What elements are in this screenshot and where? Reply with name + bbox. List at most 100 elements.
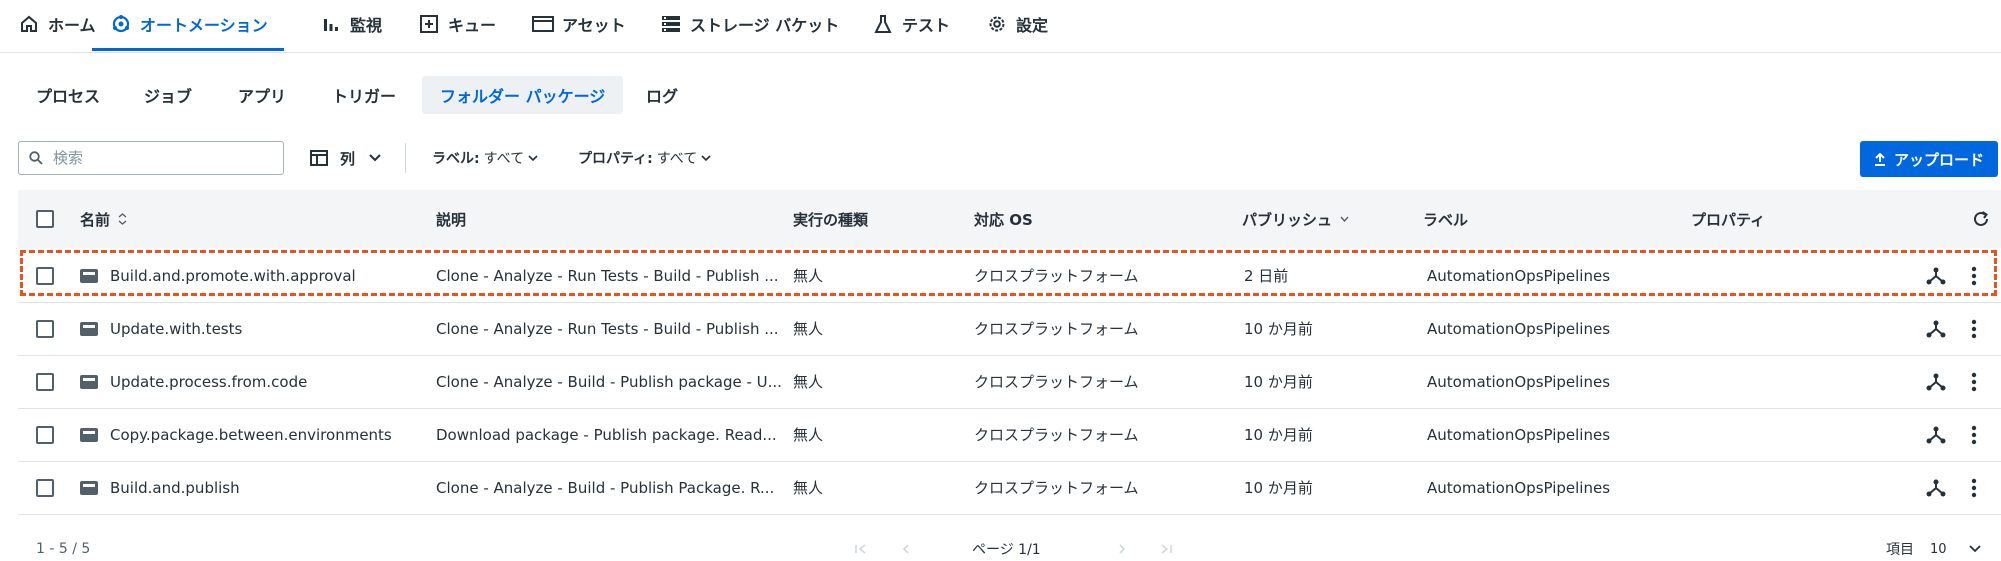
pipeline-icon	[1925, 425, 1947, 445]
next-page-button[interactable]	[1118, 538, 1126, 560]
nav-item-queues[interactable]: キュー	[418, 0, 496, 48]
queue-icon	[418, 13, 440, 35]
search-icon	[29, 151, 43, 165]
pipeline-button[interactable]	[1922, 408, 1950, 461]
first-page-icon	[855, 544, 867, 554]
table-row[interactable]: Build.and.promote.with.approval Clone - …	[18, 249, 2001, 303]
tab-logs[interactable]: ログ	[628, 76, 696, 114]
row-checkbox[interactable]	[36, 426, 54, 444]
tab-jobs[interactable]: ジョブ	[126, 76, 210, 114]
nav-item-label: テスト	[902, 16, 951, 35]
row-checkbox[interactable]	[36, 373, 54, 391]
first-page-button[interactable]	[855, 538, 867, 560]
nav-item-settings[interactable]: 設定	[986, 0, 1048, 48]
column-header-label: 対応 OS	[974, 210, 1033, 229]
tab-apps[interactable]: アプリ	[220, 76, 304, 114]
package-name-cell: Copy.package.between.environments	[80, 408, 420, 461]
pipeline-button[interactable]	[1922, 461, 1950, 514]
more-vertical-icon	[1971, 478, 1977, 498]
more-vertical-icon	[1971, 372, 1977, 392]
column-header-label: パブリッシュ	[1242, 210, 1333, 229]
column-header-name[interactable]: 名前	[80, 190, 127, 248]
table-row[interactable]: Copy.package.between.environments Downlo…	[18, 408, 2001, 462]
table-row[interactable]: Build.and.publish Clone - Analyze - Buil…	[18, 461, 2001, 515]
package-name: Build.and.publish	[110, 478, 240, 497]
label-filter[interactable]: ラベル: すべて	[432, 144, 538, 172]
column-header-labels[interactable]: ラベル	[1423, 190, 1468, 248]
labels-cell: AutomationOpsPipelines	[1427, 372, 1611, 391]
table-row[interactable]: Update.with.tests Clone - Analyze - Run …	[18, 302, 2001, 356]
nav-item-automation[interactable]: オートメーション	[92, 0, 284, 51]
items-per-page-select[interactable]: 10	[1930, 538, 1981, 560]
pipeline-button[interactable]	[1922, 249, 1950, 302]
last-page-button[interactable]	[1160, 538, 1172, 560]
column-header-execution-type[interactable]: 実行の種類	[793, 190, 868, 248]
refresh-icon	[1972, 210, 1990, 228]
property-filter[interactable]: プロパティ: すべて	[578, 144, 711, 172]
columns-label: 列	[340, 149, 356, 168]
pipeline-button[interactable]	[1922, 302, 1950, 355]
execution-type-cell: 無人	[793, 373, 824, 391]
label-filter-name: ラベル:	[432, 151, 480, 167]
sort-icon	[118, 213, 127, 225]
nav-item-storage-buckets[interactable]: ストレージ バケット	[660, 0, 839, 48]
column-header-description[interactable]: 説明	[436, 190, 466, 248]
column-header-published[interactable]: パブリッシュ	[1242, 190, 1349, 248]
storage-icon	[660, 13, 682, 35]
nav-item-assets[interactable]: アセット	[532, 0, 626, 48]
chevron-down-icon	[528, 154, 538, 162]
search-box[interactable]	[18, 141, 284, 175]
labels-cell: AutomationOpsPipelines	[1427, 478, 1611, 497]
row-checkbox[interactable]	[36, 479, 54, 497]
more-options-button[interactable]	[1960, 302, 1988, 355]
more-vertical-icon	[1971, 425, 1977, 445]
columns-button[interactable]: 列	[310, 144, 381, 172]
property-filter-name: プロパティ:	[578, 151, 653, 167]
upload-button[interactable]: アップロード	[1860, 141, 1998, 177]
row-checkbox[interactable]	[36, 320, 54, 338]
more-options-button[interactable]	[1960, 355, 1988, 408]
os-cell: クロスプラットフォーム	[974, 479, 1139, 497]
tab-folder-packages[interactable]: フォルダー パッケージ	[422, 76, 624, 114]
column-header-label: ラベル	[1423, 210, 1469, 229]
tab-triggers[interactable]: トリガー	[314, 76, 414, 114]
nav-item-testing[interactable]: テスト	[872, 0, 950, 48]
more-options-button[interactable]	[1960, 249, 1988, 302]
row-checkbox[interactable]	[36, 267, 54, 285]
label-filter-value: すべて	[483, 151, 525, 167]
nav-item-monitoring[interactable]: 監視	[320, 0, 382, 48]
nav-item-label: キュー	[448, 16, 497, 35]
upload-icon	[1874, 152, 1886, 166]
nav-item-label: 設定	[1016, 16, 1049, 35]
column-header-properties[interactable]: プロパティ	[1691, 190, 1765, 248]
package-name-cell: Build.and.promote.with.approval	[80, 249, 420, 302]
tab-label: ジョブ	[144, 87, 193, 106]
nav-item-home[interactable]: ホーム	[18, 0, 96, 48]
bar-chart-icon	[320, 13, 342, 35]
more-options-button[interactable]	[1960, 408, 1988, 461]
search-input[interactable]	[51, 148, 265, 168]
package-icon	[80, 480, 98, 495]
select-all-checkbox[interactable]	[36, 210, 54, 228]
pipeline-icon	[1925, 319, 1947, 339]
home-icon	[18, 13, 40, 35]
table-header: 名前 説明 実行の種類 対応 OS パブリッシュ ラベル プロパティ	[18, 190, 2001, 248]
chevron-left-icon	[902, 544, 910, 554]
pipeline-button[interactable]	[1922, 355, 1950, 408]
upload-label: アップロード	[1893, 150, 1984, 169]
refresh-button[interactable]	[1972, 190, 1990, 248]
tab-label: アプリ	[238, 87, 287, 106]
description-cell: Clone - Analyze - Build - Publish Packag…	[436, 478, 775, 497]
execution-type-cell: 無人	[793, 426, 824, 444]
tab-processes[interactable]: プロセス	[18, 76, 118, 114]
previous-page-button[interactable]	[902, 538, 910, 560]
package-name: Copy.package.between.environments	[110, 425, 392, 444]
column-header-label: 実行の種類	[793, 210, 869, 229]
table-row[interactable]: Update.process.from.code Clone - Analyze…	[18, 355, 2001, 409]
nav-item-label: ホーム	[48, 16, 96, 35]
flask-icon	[872, 13, 894, 35]
execution-type-cell: 無人	[793, 267, 824, 285]
tab-label: プロセス	[36, 87, 101, 106]
column-header-os[interactable]: 対応 OS	[974, 190, 1033, 248]
more-options-button[interactable]	[1960, 461, 1988, 514]
